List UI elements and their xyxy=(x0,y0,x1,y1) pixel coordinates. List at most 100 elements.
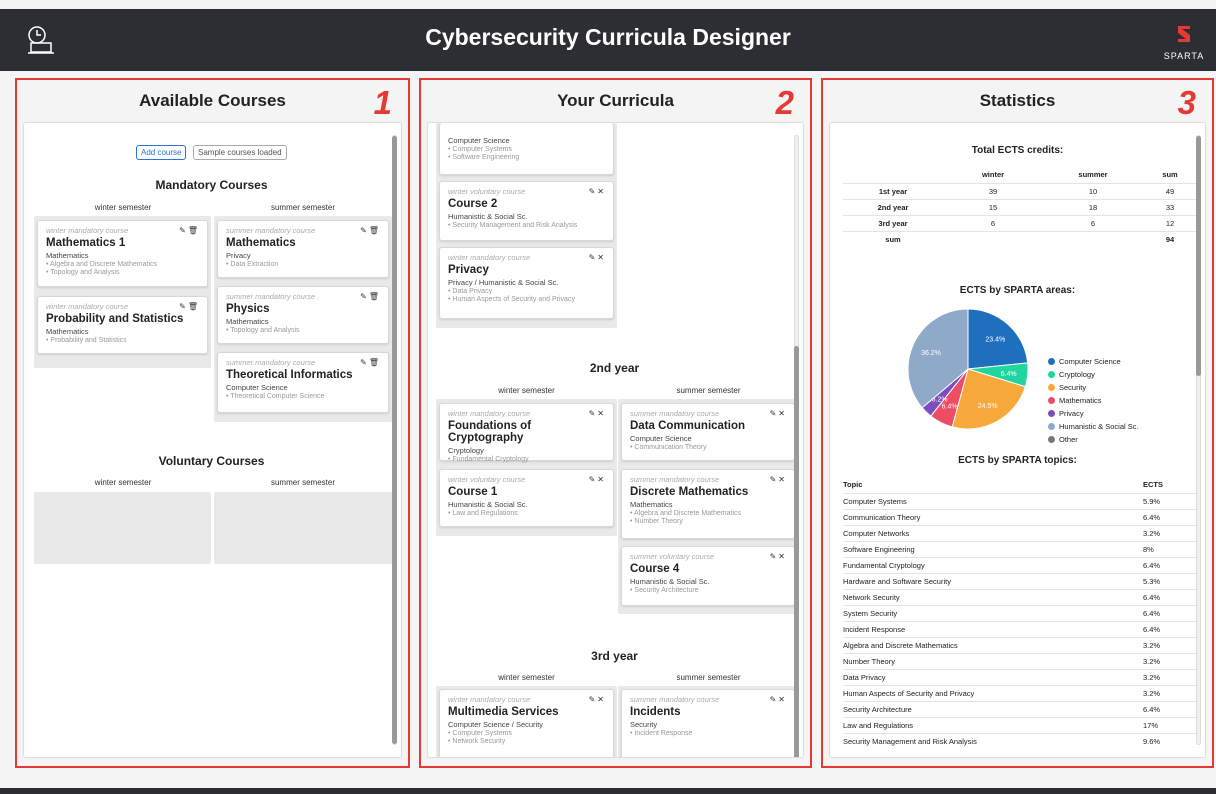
table-cell: 6 xyxy=(1043,214,1143,231)
course-card[interactable]: ✎✕ winter mandatory course Foundations o… xyxy=(439,403,614,463)
course-topic: • Human Aspects of Security and Privacy xyxy=(448,296,575,303)
pie-slice-label: 23.4% xyxy=(985,337,1005,344)
course-type: winter voluntary course xyxy=(448,187,526,196)
legend-item[interactable]: Computer Science xyxy=(1048,355,1139,368)
course-topic: • Security Management and Risk Analysis xyxy=(448,222,578,229)
course-card[interactable]: ✎✕ winter mandatory course Multimedia Se… xyxy=(439,689,614,757)
available-courses-body: Add course Sample courses loaded Mandato… xyxy=(23,122,402,758)
table-cell: 39 xyxy=(943,182,1043,199)
table-row: Algebra and Discrete Mathematics 3.2% xyxy=(843,636,1197,653)
course-type: summer mandatory course xyxy=(226,292,316,301)
course-name: Probability and Statistics xyxy=(46,313,184,325)
course-card[interactable]: ✎🗑 summer mandatory course Theoretical I… xyxy=(217,352,389,413)
table-cell: 3.2% xyxy=(1143,652,1197,669)
edit-remove-icons[interactable]: ✎✕ xyxy=(589,253,606,262)
scrollbar[interactable] xyxy=(392,135,397,745)
legend-item[interactable]: Cryptology xyxy=(1048,368,1139,381)
legend-item[interactable]: Other xyxy=(1048,433,1139,446)
course-name: Course 2 xyxy=(448,198,498,210)
course-topic: • Algebra and Discrete Mathematics xyxy=(46,261,158,268)
table-cell: Computer Systems xyxy=(843,492,1143,509)
course-card[interactable]: ✎🗑 winter mandatory course Mathematics 1… xyxy=(37,220,208,287)
course-topic: • Network Security xyxy=(448,738,506,745)
table-row: Network Security 6.4% xyxy=(843,588,1197,605)
course-card[interactable]: ✎✕ winter mandatory course Privacy Priva… xyxy=(439,247,614,319)
ects-title: Total ECTS credits: xyxy=(971,145,1064,156)
course-topic: • Incident Response xyxy=(630,730,693,737)
topics-title: ECTS by SPARTA topics: xyxy=(958,455,1077,466)
course-card[interactable]: ✎✕ summer mandatory course Incidents Sec… xyxy=(621,689,795,757)
add-course-button[interactable]: Add course xyxy=(136,145,187,160)
summer-header: summer semester xyxy=(270,478,335,487)
table-cell: Computer Networks xyxy=(843,524,1143,541)
sparta-logo-icon xyxy=(1178,26,1190,42)
course-type: summer voluntary course xyxy=(630,552,715,561)
edit-delete-icons[interactable]: ✎🗑 xyxy=(179,226,200,235)
course-card[interactable]: ✎✕ winter voluntary course Course 1 Huma… xyxy=(439,469,614,527)
table-row: Number Theory 3.2% xyxy=(843,652,1197,669)
course-card[interactable]: ✎🗑 winter mandatory course Probability a… xyxy=(37,296,208,354)
course-card[interactable]: ✎🗑 summer mandatory course Physics Mathe… xyxy=(217,286,389,344)
legend-item[interactable]: Humanistic & Social Sc. xyxy=(1048,420,1139,433)
edit-delete-icons[interactable]: ✎🗑 xyxy=(360,226,381,235)
winter-header: winter semester xyxy=(498,386,555,395)
table-cell: Security Management and Risk Analysis xyxy=(843,732,1143,749)
course-topic: • Topology and Analysis xyxy=(46,269,120,276)
table-row: sum 94 xyxy=(843,230,1197,247)
course-card[interactable]: ✎✕ winter voluntary course Course 2 Huma… xyxy=(439,181,614,241)
edit-delete-icons[interactable]: ✎🗑 xyxy=(360,292,381,301)
table-cell: 6.4% xyxy=(1143,700,1197,717)
course-type: summer mandatory course xyxy=(226,358,316,367)
course-type: winter voluntary course xyxy=(448,475,526,484)
ects-table: winter summer sum 1st year 39 10 49 2nd … xyxy=(843,167,1197,247)
edit-remove-icons[interactable]: ✎✕ xyxy=(589,695,606,704)
scrollbar[interactable] xyxy=(794,135,799,757)
table-cell: 3.2% xyxy=(1143,668,1197,685)
summer-voluntary-column[interactable] xyxy=(214,492,392,564)
course-area: Computer Science xyxy=(630,434,692,443)
legend-item[interactable]: Privacy xyxy=(1048,407,1139,420)
legend-swatch xyxy=(1048,371,1055,378)
course-card[interactable]: ✎✕ summer mandatory course Discrete Math… xyxy=(621,469,795,539)
course-topic: • Security Architecture xyxy=(630,587,699,594)
course-card[interactable]: Computer Science • Computer Systems • So… xyxy=(439,123,614,175)
course-name: Privacy xyxy=(448,264,489,276)
winter-voluntary-column[interactable] xyxy=(34,492,211,564)
table-cell: Data Privacy xyxy=(843,668,1143,685)
edit-remove-icons[interactable]: ✎✕ xyxy=(770,552,787,561)
table-row: Hardware and Software Security 5.3% xyxy=(843,572,1197,589)
scrollbar[interactable] xyxy=(1196,135,1201,745)
course-card[interactable]: ✎✕ summer mandatory course Data Communic… xyxy=(621,403,795,461)
course-area: Humanistic & Social Sc. xyxy=(448,212,528,221)
course-topic: • Computer Systems xyxy=(448,146,512,153)
edit-remove-icons[interactable]: ✎✕ xyxy=(770,409,787,418)
course-topic: • Fundamental Cryptology xyxy=(448,456,529,463)
edit-remove-icons[interactable]: ✎✕ xyxy=(589,475,606,484)
edit-remove-icons[interactable]: ✎✕ xyxy=(770,475,787,484)
header-bar: Cybersecurity Curricula Designer SPARTA xyxy=(0,9,1216,71)
legend-item[interactable]: Mathematics xyxy=(1048,394,1139,407)
areas-title: ECTS by SPARTA areas: xyxy=(959,285,1076,296)
edit-remove-icons[interactable]: ✎✕ xyxy=(770,695,787,704)
table-cell xyxy=(1043,230,1143,247)
course-name: Incidents xyxy=(630,706,681,718)
ects-header: summer xyxy=(1078,170,1108,180)
edit-delete-icons[interactable]: ✎🗑 xyxy=(360,358,381,367)
statistics-panel: Statistics 3 Total ECTS credits: winter … xyxy=(821,78,1214,768)
course-name: Course 1 xyxy=(448,486,498,498)
table-cell: 6.4% xyxy=(1143,508,1197,525)
legend-label: Humanistic & Social Sc. xyxy=(1059,422,1139,431)
table-cell: Hardware and Software Security xyxy=(843,572,1143,589)
course-card[interactable]: ✎🗑 summer mandatory course Mathematics P… xyxy=(217,220,389,278)
sample-courses-button[interactable]: Sample courses loaded xyxy=(193,145,287,160)
table-cell: 9.6% xyxy=(1143,732,1197,749)
course-card[interactable]: ✎✕ summer voluntary course Course 4 Huma… xyxy=(621,546,795,606)
table-cell: 10 xyxy=(1043,182,1143,199)
course-topic: • Data Extraction xyxy=(226,261,279,268)
edit-remove-icons[interactable]: ✎✕ xyxy=(589,409,606,418)
legend-item[interactable]: Security xyxy=(1048,381,1139,394)
edit-remove-icons[interactable]: ✎✕ xyxy=(589,187,606,196)
edit-delete-icons[interactable]: ✎🗑 xyxy=(179,302,200,311)
course-topic: • Law and Regulations xyxy=(448,510,518,517)
table-cell: Law and Regulations xyxy=(843,716,1143,733)
